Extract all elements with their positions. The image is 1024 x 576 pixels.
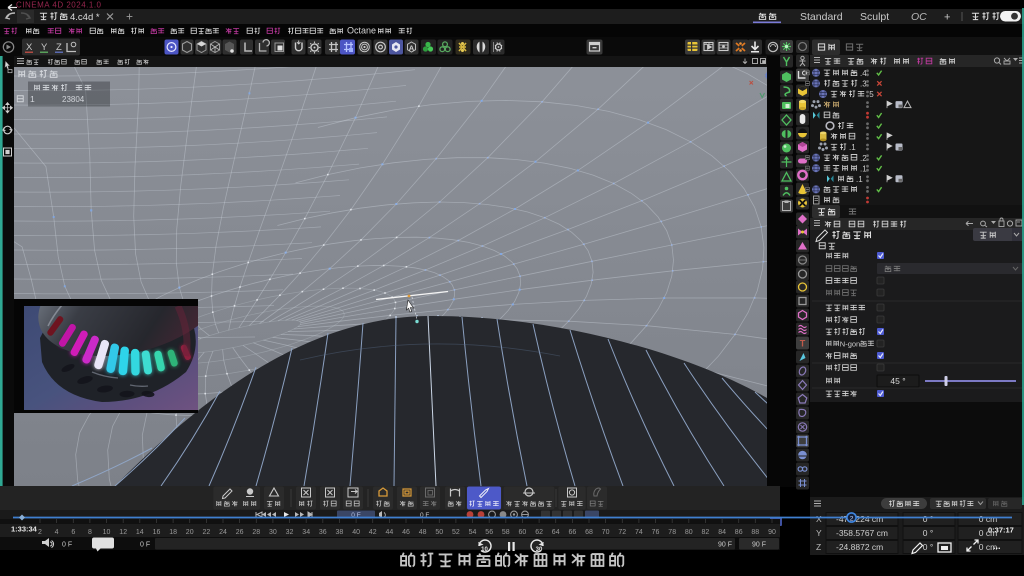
svg-text:N-gon: N-gon: [840, 340, 860, 349]
svg-text:46: 46: [402, 529, 410, 536]
svg-text:90 F: 90 F: [718, 542, 732, 549]
svg-text:70: 70: [602, 529, 610, 536]
svg-text:0 °: 0 °: [923, 528, 934, 538]
svg-text:+: +: [126, 10, 133, 24]
svg-text:Sculpt: Sculpt: [860, 11, 889, 23]
svg-text:X: X: [26, 42, 33, 53]
svg-text:2: 2: [38, 529, 42, 536]
svg-text:0 F: 0 F: [140, 542, 150, 549]
svg-text:4.c4d *: 4.c4d *: [70, 12, 100, 23]
svg-text:.1: .1: [849, 143, 856, 152]
svg-text:4: 4: [55, 529, 59, 536]
svg-text:2: 2: [850, 515, 854, 522]
svg-text:1: 1: [30, 94, 35, 104]
svg-text:6: 6: [71, 529, 75, 536]
svg-text:64: 64: [552, 529, 560, 536]
svg-text:62: 62: [535, 529, 543, 536]
svg-text:42: 42: [369, 529, 377, 536]
svg-text:1:33:34: 1:33:34: [11, 525, 38, 534]
svg-text:Y: Y: [41, 42, 48, 53]
svg-text:48: 48: [419, 529, 427, 536]
svg-text:30: 30: [536, 547, 543, 553]
svg-text:76: 76: [652, 529, 660, 536]
svg-text:44: 44: [386, 529, 394, 536]
svg-text:20: 20: [186, 529, 194, 536]
svg-text:38: 38: [336, 529, 344, 536]
svg-text:0 °: 0 °: [923, 542, 934, 552]
svg-text:40: 40: [352, 529, 360, 536]
svg-text:12: 12: [119, 529, 127, 536]
svg-text:86: 86: [735, 529, 743, 536]
svg-text:56: 56: [485, 529, 493, 536]
svg-text:26: 26: [236, 529, 244, 536]
svg-text:-47.6224 cm: -47.6224 cm: [836, 514, 883, 524]
svg-text:68: 68: [585, 529, 593, 536]
svg-text:60: 60: [519, 529, 527, 536]
svg-text:82: 82: [702, 529, 710, 536]
svg-text:36: 36: [319, 529, 327, 536]
svg-text:16: 16: [153, 529, 161, 536]
svg-text:.4: .4: [860, 69, 867, 78]
svg-text:0 °: 0 °: [923, 514, 934, 524]
svg-text:32: 32: [286, 529, 294, 536]
svg-text:18: 18: [169, 529, 177, 536]
svg-text:74: 74: [635, 529, 643, 536]
svg-text:22: 22: [203, 529, 211, 536]
svg-text:Y: Y: [816, 528, 822, 538]
svg-text:58: 58: [502, 529, 510, 536]
svg-text:52: 52: [452, 529, 460, 536]
svg-text:8: 8: [88, 529, 92, 536]
svg-text:.3: .3: [860, 80, 867, 89]
svg-text:.1: .1: [856, 175, 863, 184]
svg-text:...: ...: [993, 541, 1001, 551]
svg-text:.1: .1: [860, 164, 867, 173]
svg-text:Z: Z: [56, 42, 62, 53]
svg-text:0 cm: 0 cm: [979, 514, 997, 524]
svg-text:CINEMA 4D 2024.1.0: CINEMA 4D 2024.1.0: [16, 1, 102, 10]
svg-text:-24.8872 cm: -24.8872 cm: [836, 542, 883, 552]
svg-text:24: 24: [219, 529, 227, 536]
svg-text:80: 80: [685, 529, 693, 536]
svg-text:0:37:17: 0:37:17: [988, 526, 1014, 535]
svg-text:10: 10: [481, 547, 488, 553]
svg-text:30: 30: [269, 529, 277, 536]
svg-text:OC: OC: [911, 11, 927, 23]
svg-text:-358.5767 cm: -358.5767 cm: [836, 528, 888, 538]
svg-text:66: 66: [569, 529, 577, 536]
svg-text:72: 72: [618, 529, 626, 536]
svg-text:.2: .2: [860, 154, 867, 163]
svg-text:10: 10: [103, 529, 111, 536]
svg-text:Standard: Standard: [800, 11, 843, 23]
svg-text:T: T: [800, 339, 806, 349]
svg-text:14: 14: [136, 529, 144, 536]
svg-text:90 F: 90 F: [752, 542, 766, 549]
svg-text:90: 90: [768, 529, 776, 536]
svg-text:23804: 23804: [62, 95, 85, 104]
svg-text:Octane: Octane: [347, 26, 376, 36]
svg-text:X: X: [816, 514, 822, 524]
svg-text:54: 54: [469, 529, 477, 536]
svg-text:50: 50: [435, 529, 443, 536]
svg-text:78: 78: [668, 529, 676, 536]
svg-text:Z: Z: [816, 542, 821, 552]
svg-text:0 F: 0 F: [62, 542, 72, 549]
svg-text:28: 28: [252, 529, 260, 536]
svg-text:88: 88: [751, 529, 759, 536]
svg-text:+: +: [944, 12, 950, 24]
svg-text:34: 34: [302, 529, 310, 536]
svg-text:A: A: [409, 44, 415, 53]
svg-text:45 °: 45 °: [890, 376, 905, 386]
svg-text:84: 84: [718, 529, 726, 536]
